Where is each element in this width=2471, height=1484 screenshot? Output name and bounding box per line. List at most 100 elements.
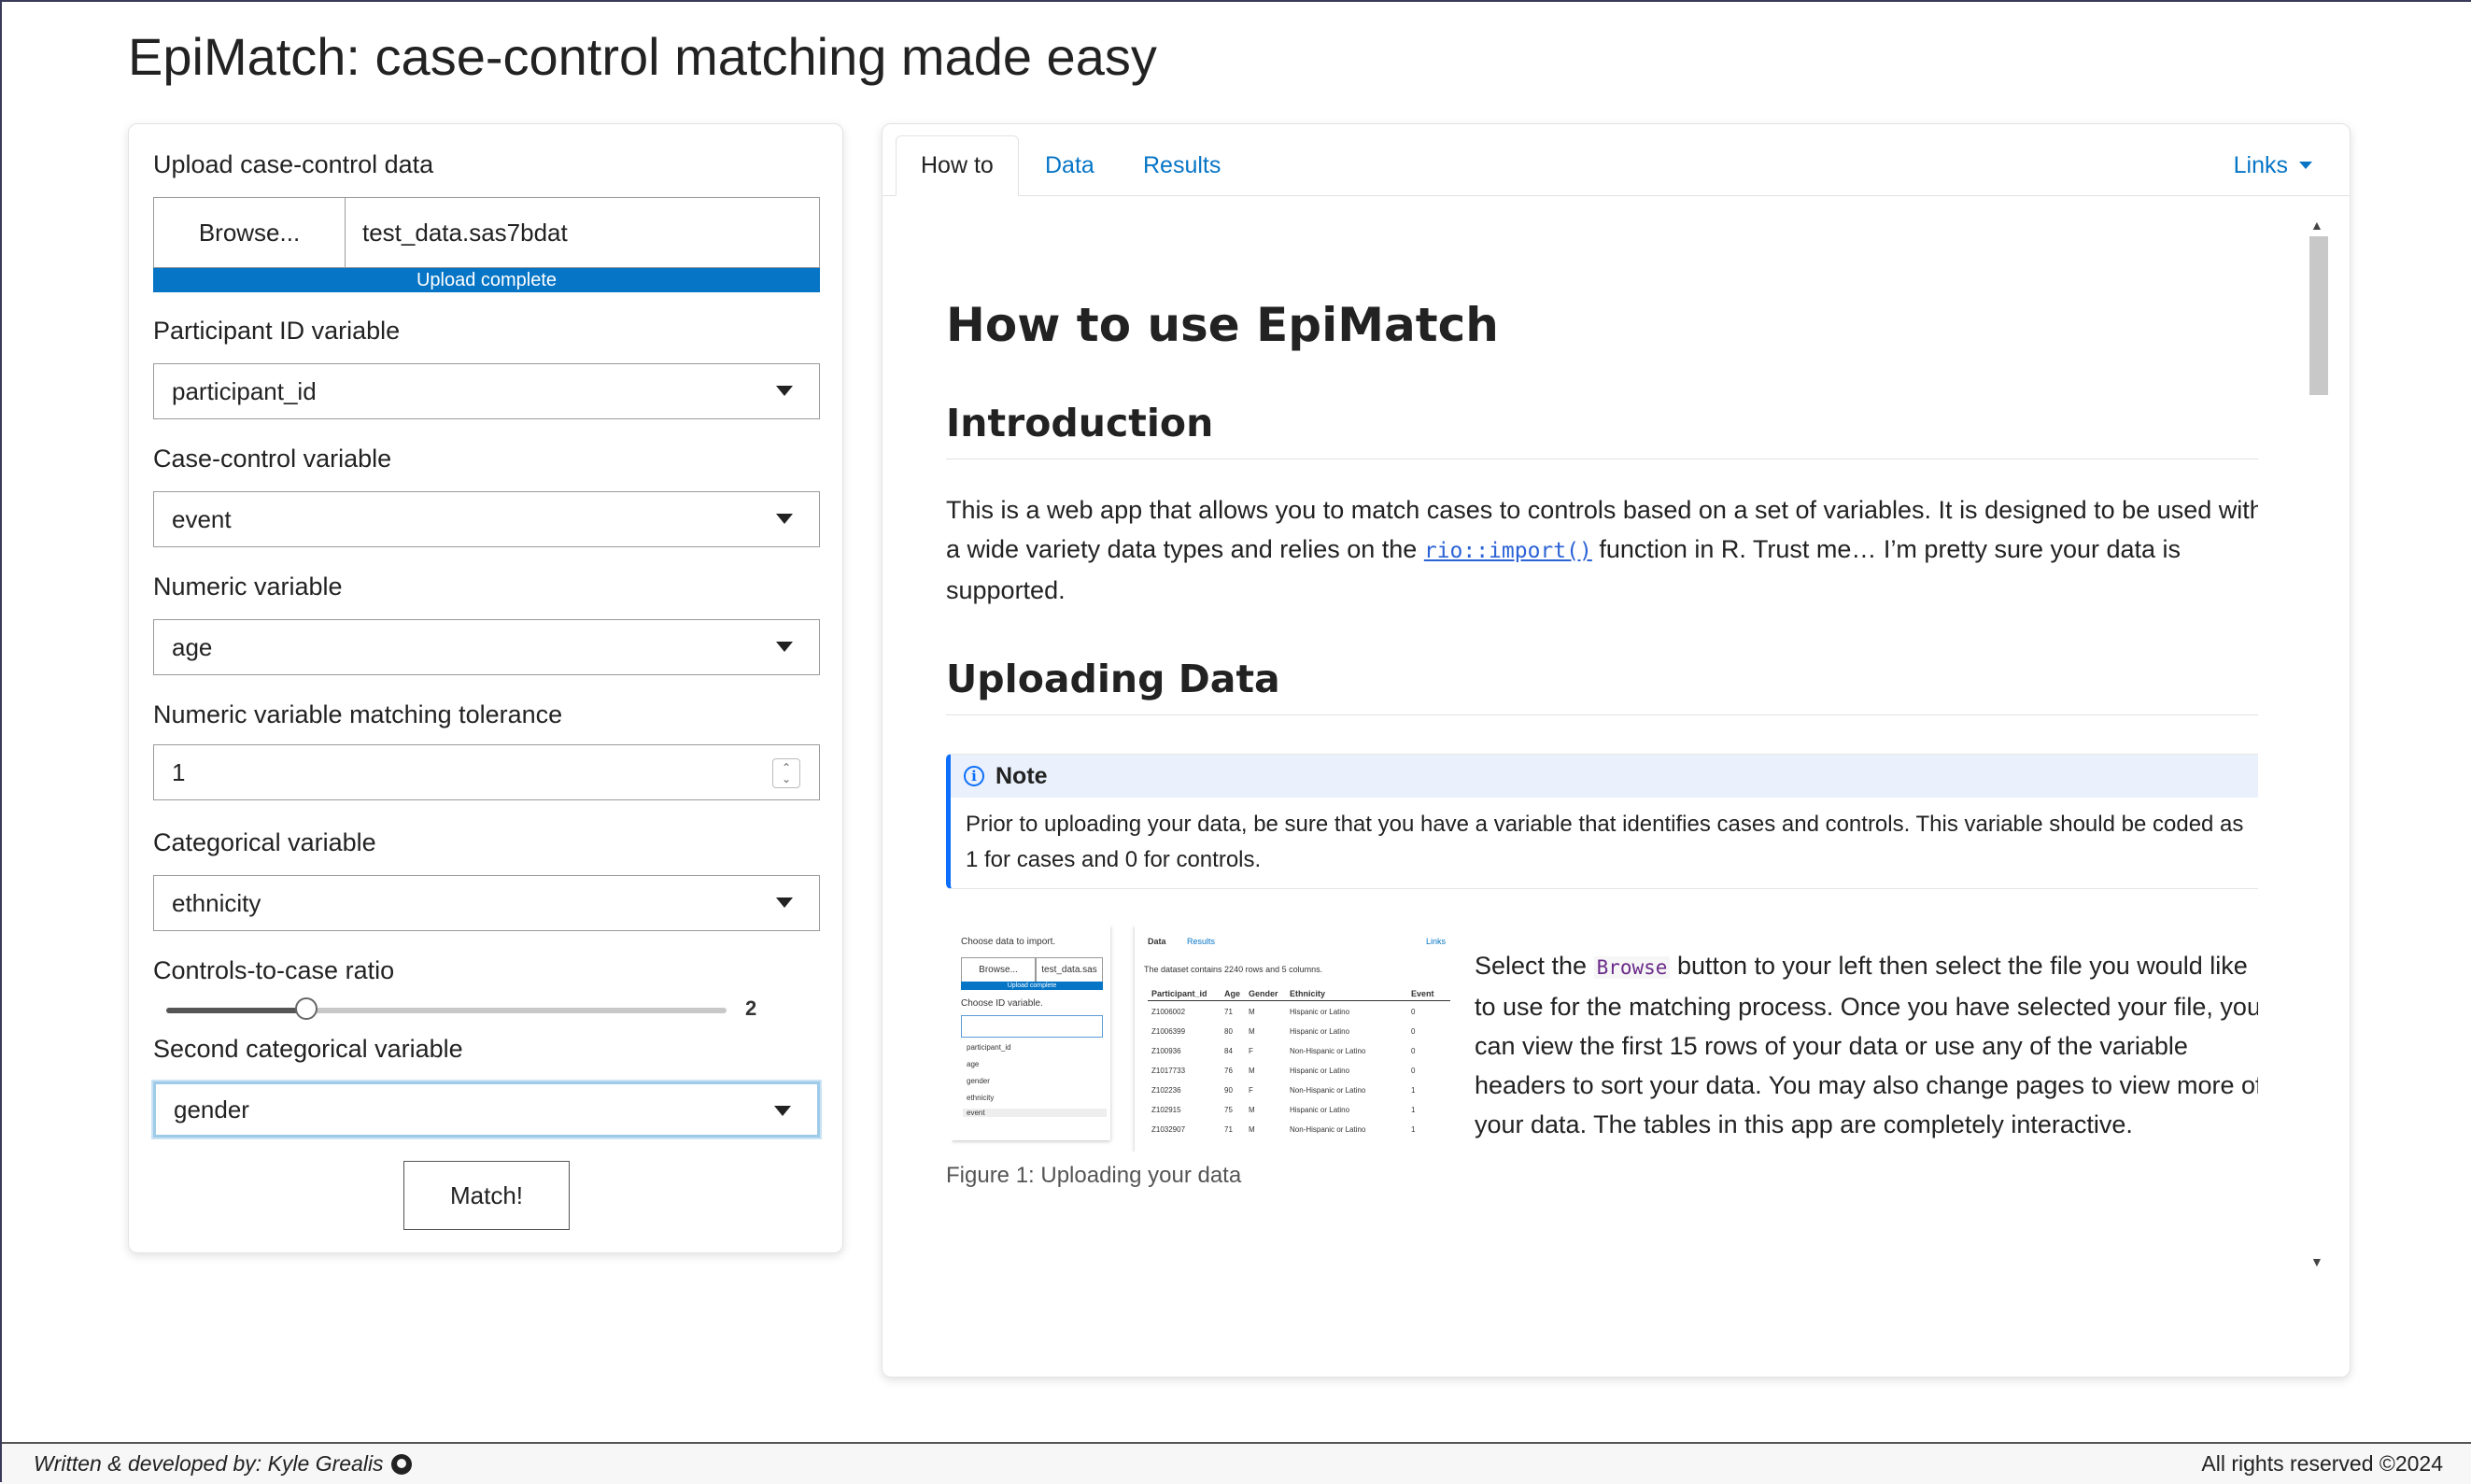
thumb-tab-results: Results — [1187, 937, 1216, 946]
figure-description: Select the Browse button to your left th… — [1475, 946, 2258, 1144]
thumb-cell: M — [1249, 1125, 1255, 1134]
thumb-cell: Z102236 — [1151, 1086, 1181, 1095]
thumb-summary: The dataset contains 2240 rows and 5 col… — [1144, 965, 1323, 974]
chevron-down-icon — [776, 386, 793, 396]
case-control-select[interactable]: event — [153, 491, 820, 547]
figure-upload-screenshot: Choose data to import. Browse... test_da… — [952, 926, 1465, 1152]
number-stepper[interactable]: ⌃ ⌄ — [772, 758, 800, 788]
thumb-cell: Non-Hispanic or Latino — [1290, 1125, 1366, 1134]
thumb-cell: 71 — [1224, 1008, 1233, 1016]
doc-title: How to use EpiMatch — [946, 298, 1499, 352]
categorical-select[interactable]: ethnicity — [153, 875, 820, 931]
case-control-value: event — [172, 504, 232, 533]
scrollbar-thumb[interactable] — [2309, 236, 2328, 395]
thumb-cell: Hispanic or Latino — [1290, 1067, 1350, 1075]
thumb-cell: Hispanic or Latino — [1290, 1106, 1350, 1114]
thumb-option: age — [967, 1060, 980, 1068]
browse-button[interactable]: Browse... — [154, 198, 346, 267]
slider-fill — [166, 1008, 306, 1013]
numeric-variable-select[interactable]: age — [153, 619, 820, 675]
thumb-cell: 84 — [1224, 1047, 1233, 1055]
thumb-cell: 71 — [1224, 1125, 1233, 1134]
thumb-cell: 90 — [1224, 1086, 1233, 1095]
thumb-cell: 1 — [1411, 1086, 1416, 1095]
chevron-down-icon — [774, 1106, 791, 1116]
sidebar-panel: Upload case-control data Browse... test_… — [128, 123, 843, 1253]
github-icon[interactable] — [390, 1453, 412, 1475]
caret-down-icon — [2299, 162, 2312, 169]
thumb-cell: 1 — [1411, 1106, 1416, 1114]
thumb-browse: Browse... — [961, 957, 1036, 983]
thumb-file: test_data.sas — [1036, 957, 1103, 983]
thumb-cell: F — [1249, 1086, 1253, 1095]
thumb-cell: Hispanic or Latino — [1290, 1008, 1350, 1016]
thumb-header: Participant_id — [1151, 989, 1207, 998]
figure-table-thumb: Data Results Links The dataset contains … — [1135, 926, 1465, 1152]
ratio-label: Controls-to-case ratio — [153, 956, 395, 984]
thumb-cell: 0 — [1411, 1067, 1416, 1075]
scroll-down-icon[interactable]: ▼ — [2310, 1254, 2323, 1269]
ratio-value: 2 — [745, 996, 757, 1020]
thumb-header-rule — [1148, 1000, 1450, 1001]
thumb-cell: Hispanic or Latino — [1290, 1027, 1350, 1036]
figure-text-2: button to your left then select the file… — [1475, 952, 2258, 1138]
chevron-down-icon — [776, 642, 793, 652]
note-title: Note — [995, 762, 1048, 789]
thumb-cell: Z102915 — [1151, 1106, 1181, 1114]
upload-heading: Uploading Data — [946, 657, 2258, 715]
note-header: i Note — [951, 755, 2258, 798]
how-to-document: How to use EpiMatch Introduction This is… — [946, 124, 2258, 1292]
intro-paragraph: This is a web app that allows you to mat… — [946, 490, 2258, 610]
participant-id-value: participant_id — [172, 376, 317, 405]
chevron-down-icon — [776, 897, 793, 908]
thumb-cell: Non-Hispanic or Latino — [1290, 1047, 1366, 1055]
thumb-option: gender — [967, 1077, 990, 1085]
figure-text-1: Select the — [1475, 952, 1594, 980]
chevron-down-icon — [776, 514, 793, 524]
participant-id-select[interactable]: participant_id — [153, 363, 820, 419]
thumb-cell: 76 — [1224, 1067, 1233, 1075]
thumb-links: Links — [1426, 937, 1447, 946]
note-body: Prior to uploading your data, be sure th… — [966, 812, 2244, 872]
credit-text: Written & developed by: Kyle Grealis — [34, 1451, 384, 1476]
figure-caption: Figure 1: Uploading your data — [946, 1163, 1242, 1188]
categorical-label: Categorical variable — [153, 828, 376, 856]
note-callout: i Note Prior to uploading your data, be … — [946, 754, 2258, 889]
rio-import-link[interactable]: rio::import() — [1424, 539, 1592, 563]
footer-credit: Written & developed by: Kyle Grealis — [34, 1451, 412, 1477]
thumb-cell: 75 — [1224, 1106, 1233, 1114]
doc-scrollbar[interactable]: ▲ ▼ — [2308, 218, 2328, 1273]
thumb-cell: M — [1249, 1027, 1255, 1036]
thumb-cell: 80 — [1224, 1027, 1233, 1036]
tolerance-value: 1 — [172, 757, 186, 786]
page-title: EpiMatch: case-control matching made eas… — [128, 27, 1157, 86]
thumb-cell: 1 — [1411, 1125, 1416, 1134]
thumb-header: Age — [1224, 989, 1241, 998]
chevron-down-icon[interactable]: ⌄ — [782, 773, 791, 784]
file-upload-input[interactable]: Browse... test_data.sas7bdat — [153, 197, 820, 268]
thumb-header: Event — [1411, 989, 1434, 998]
thumb-cell: Z1017733 — [1151, 1067, 1186, 1075]
match-button[interactable]: Match! — [403, 1161, 570, 1230]
ratio-slider[interactable] — [166, 997, 727, 1020]
thumb-option: participant_id — [967, 1043, 1011, 1052]
thumb-cell: Z1006399 — [1151, 1027, 1186, 1036]
file-name-field[interactable]: test_data.sas7bdat — [346, 198, 819, 267]
thumb-header: Gender — [1249, 989, 1278, 998]
thumb-tab-data: Data — [1148, 937, 1166, 946]
thumb-select — [961, 1015, 1103, 1038]
categorical-value: ethnicity — [172, 888, 261, 917]
thumb-cell: M — [1249, 1067, 1255, 1075]
browse-code: Browse — [1593, 956, 1671, 979]
thumb-cell: M — [1249, 1008, 1255, 1016]
thumb-cell: F — [1249, 1047, 1253, 1055]
footer-rights: All rights reserved ©2024 — [2201, 1451, 2443, 1476]
main-card: How to Data Results Links ▲ ▼ How to use… — [882, 123, 2351, 1378]
tolerance-label: Numeric variable matching tolerance — [153, 700, 563, 728]
second-categorical-label: Second categorical variable — [153, 1035, 463, 1063]
thumb-choose-label: Choose data to import. — [961, 937, 1056, 947]
second-categorical-select[interactable]: gender — [153, 1081, 820, 1138]
tolerance-input[interactable]: 1 ⌃ ⌄ — [153, 744, 820, 800]
slider-handle[interactable] — [295, 997, 318, 1020]
scroll-up-icon[interactable]: ▲ — [2310, 218, 2323, 233]
